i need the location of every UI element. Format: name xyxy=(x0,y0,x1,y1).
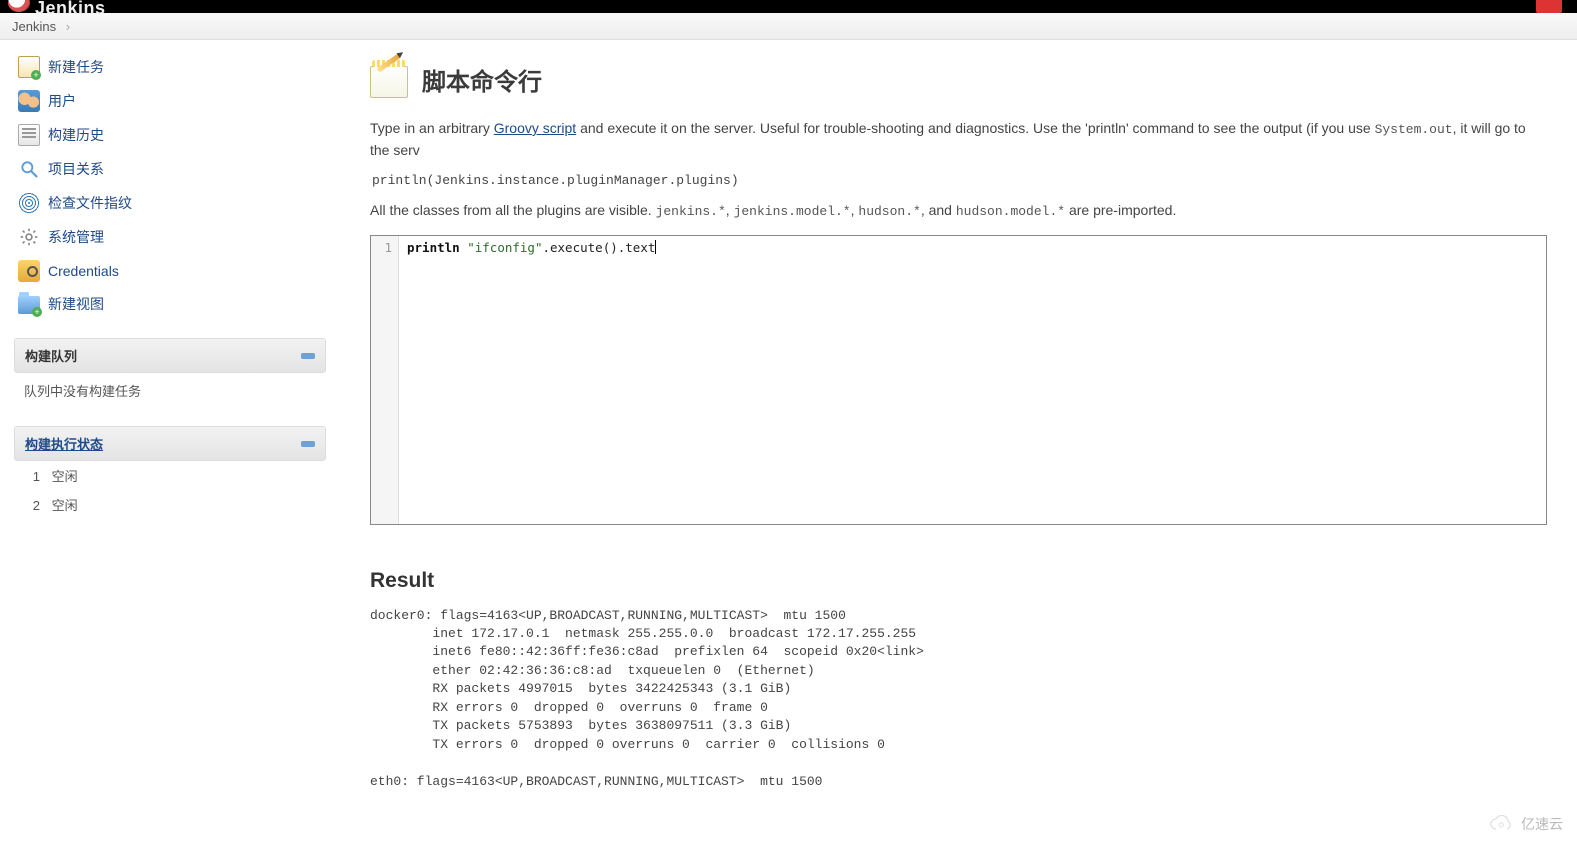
sidebar-item-label: 检查文件指纹 xyxy=(48,193,132,213)
jenkins-logo-text[interactable]: Jenkins xyxy=(35,0,106,19)
sidebar-item-people[interactable]: 用户 xyxy=(14,84,326,118)
pkg-code: jenkins.model.* xyxy=(734,204,851,219)
sidebar-item-new-view[interactable]: 新建视图 xyxy=(14,288,326,320)
breadcrumb-bar: Jenkins › xyxy=(0,13,1577,40)
credentials-icon xyxy=(18,260,40,282)
build-queue-panel: 构建队列 队列中没有构建任务 xyxy=(14,338,326,408)
sidebar-item-manage-jenkins[interactable]: 系统管理 xyxy=(14,220,326,254)
breadcrumb-item-jenkins[interactable]: Jenkins xyxy=(12,19,56,34)
page-title-wrapper: 脚本命令行 xyxy=(370,60,1547,98)
pkg-code: hudson.* xyxy=(858,204,920,219)
sidebar-item-label: 系统管理 xyxy=(48,227,104,247)
sidebar-item-credentials[interactable]: Credentials xyxy=(14,254,326,288)
magnifier-icon xyxy=(18,158,40,180)
sample-code: println(Jenkins.instance.pluginManager.p… xyxy=(372,173,1547,188)
sidebar-item-build-history[interactable]: 构建历史 xyxy=(14,118,326,152)
executor-status: 空闲 xyxy=(52,498,78,513)
executor-status: 空闲 xyxy=(52,469,78,484)
editor-code-area[interactable]: println "ifconfig".execute().text xyxy=(399,236,1546,524)
classes-paragraph: All the classes from all the plugins are… xyxy=(370,202,1547,219)
folder-plus-icon xyxy=(18,296,40,314)
token-plain: .execute().text xyxy=(542,240,655,255)
collapse-icon[interactable] xyxy=(301,441,315,447)
sidebar-item-label: Credentials xyxy=(48,263,119,279)
system-out-code: System.out xyxy=(1375,122,1453,137)
intro-text: Type in an arbitrary xyxy=(370,120,494,136)
jenkins-logo-icon xyxy=(8,0,30,12)
sidebar-item-label: 构建历史 xyxy=(48,125,104,145)
classes-text: All the classes from all the plugins are… xyxy=(370,202,656,218)
token-string: "ifconfig" xyxy=(467,240,542,255)
executor-row: 1 空闲 xyxy=(14,461,326,490)
pkg-code: jenkins.* xyxy=(656,204,726,219)
people-icon xyxy=(18,90,40,112)
notepad-icon xyxy=(370,60,408,98)
editor-caret xyxy=(655,240,656,254)
page-title: 脚本命令行 xyxy=(422,62,542,97)
sidebar-menu: 新建任务 用户 构建历史 项目关系 检查文件指纹 xyxy=(14,50,326,320)
token-keyword: println xyxy=(407,240,460,255)
line-number: 1 xyxy=(371,240,392,255)
executor-status-title[interactable]: 构建执行状态 xyxy=(25,434,103,453)
executor-status-header[interactable]: 构建执行状态 xyxy=(14,426,326,461)
classes-text: are pre-imported. xyxy=(1065,202,1176,218)
gear-icon xyxy=(18,226,40,248)
pkg-code: hudson.model.* xyxy=(956,204,1065,219)
sidebar: 新建任务 用户 构建历史 项目关系 检查文件指纹 xyxy=(0,40,340,821)
build-queue-header[interactable]: 构建队列 xyxy=(14,338,326,373)
executor-status-panel: 构建执行状态 1 空闲 2 空闲 xyxy=(14,426,326,519)
new-item-icon xyxy=(18,56,40,78)
executor-row: 2 空闲 xyxy=(14,490,326,519)
classes-text: , and xyxy=(921,202,956,218)
main-content: 脚本命令行 Type in an arbitrary Groovy script… xyxy=(340,40,1577,821)
executor-index: 2 xyxy=(24,498,40,513)
watermark-text: 亿速云 xyxy=(1521,814,1563,834)
build-queue-title: 构建队列 xyxy=(25,346,77,365)
watermark: 亿速云 xyxy=(1489,814,1563,834)
intro-text: and execute it on the server. Useful for… xyxy=(576,120,1374,136)
groovy-script-link[interactable]: Groovy script xyxy=(494,120,576,136)
alert-badge[interactable] xyxy=(1536,0,1562,13)
build-queue-empty: 队列中没有构建任务 xyxy=(14,373,326,408)
result-output: docker0: flags=4163<UP,BROADCAST,RUNNING… xyxy=(370,607,1547,792)
script-editor[interactable]: 1 println "ifconfig".execute().text xyxy=(370,235,1547,525)
fingerprint-icon xyxy=(18,192,40,214)
collapse-icon[interactable] xyxy=(301,353,315,359)
breadcrumb-separator: › xyxy=(66,19,70,34)
sidebar-item-label: 用户 xyxy=(48,91,76,111)
history-icon xyxy=(18,124,40,146)
sidebar-item-project-relationship[interactable]: 项目关系 xyxy=(14,152,326,186)
result-heading: Result xyxy=(370,569,1547,593)
sidebar-item-label: 项目关系 xyxy=(48,159,104,179)
cloud-icon xyxy=(1489,815,1515,833)
sidebar-item-label: 新建任务 xyxy=(48,57,104,77)
sidebar-item-label: 新建视图 xyxy=(48,294,104,314)
sidebar-item-new-item[interactable]: 新建任务 xyxy=(14,50,326,84)
intro-paragraph: Type in an arbitrary Groovy script and e… xyxy=(370,118,1547,161)
top-bar: Jenkins xyxy=(0,0,1577,13)
executor-index: 1 xyxy=(24,469,40,484)
sidebar-item-fingerprints[interactable]: 检查文件指纹 xyxy=(14,186,326,220)
editor-gutter: 1 xyxy=(371,236,399,524)
